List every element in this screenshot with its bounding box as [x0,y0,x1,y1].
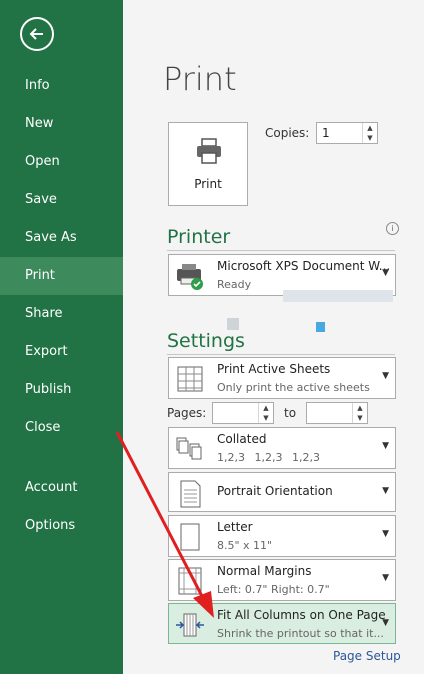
spin-down-icon[interactable]: ▼ [353,413,367,423]
settings-heading: Settings [167,330,245,352]
nav-save[interactable]: Save [0,181,123,219]
setting-paper-size[interactable]: Letter 8.5" x 11" ▼ [168,515,396,557]
nav-publish[interactable]: Publish [0,371,123,409]
setting-subtitle: Left: 0.7" Right: 0.7" [217,583,330,596]
pages-from-input[interactable]: ▲ ▼ [212,402,274,424]
pages-label: Pages: [167,406,207,420]
setting-title: Portrait Orientation [217,484,333,498]
paper-icon [180,523,200,551]
divider [167,354,395,355]
copies-label: Copies: [265,126,310,140]
print-button[interactable]: Print [168,122,248,206]
setting-subtitle: 8.5" x 11" [217,539,273,552]
obscured-region [283,290,393,302]
backstage-sidebar: Info New Open Save Save As Print Share E… [0,0,123,674]
nav-share[interactable]: Share [0,295,123,333]
setting-scaling[interactable]: Fit All Columns on One Page Shrink the p… [168,603,396,644]
obscured-region [227,318,239,330]
chevron-down-icon: ▼ [382,618,389,628]
back-arrow-icon[interactable] [20,17,54,51]
spin-up-icon[interactable]: ▲ [353,403,367,413]
chevron-down-icon: ▼ [382,486,389,496]
setting-title: Collated [217,432,267,446]
nav-account[interactable]: Account [0,469,123,507]
to-label: to [284,406,297,420]
margins-icon [178,567,202,595]
pages-to-input[interactable]: ▲ ▼ [306,402,368,424]
printer-ready-icon [177,264,203,290]
fit-columns-icon [176,613,204,637]
page-title: Print [163,60,237,98]
printer-icon [197,138,221,164]
nav-new[interactable]: New [0,105,123,143]
nav-print[interactable]: Print [0,257,123,295]
print-panel: Print Print Copies: 1 ▲ ▼ Printer i Micro… [123,0,424,674]
setting-title: Letter [217,520,253,534]
nav-close[interactable]: Close [0,409,123,447]
setting-title: Print Active Sheets [217,362,331,376]
setting-print-what[interactable]: Print Active Sheets Only print the activ… [168,357,396,399]
chevron-down-icon: ▼ [382,573,389,583]
print-button-label: Print [194,177,222,191]
spin-up-icon[interactable]: ▲ [363,123,377,133]
page-setup-link[interactable]: Page Setup [333,649,401,663]
spin-down-icon[interactable]: ▼ [259,413,273,423]
chevron-down-icon: ▼ [382,441,389,451]
printer-heading: Printer [167,226,231,248]
spin-up-icon[interactable]: ▲ [259,403,273,413]
nav-export[interactable]: Export [0,333,123,371]
printer-name: Microsoft XPS Document W... [217,259,391,273]
setting-subtitle: Shrink the printout so that it... [217,627,384,640]
copies-stepper[interactable]: 1 ▲ ▼ [316,122,378,144]
nav-save-as[interactable]: Save As [0,219,123,257]
setting-orientation[interactable]: Portrait Orientation ▼ [168,472,396,512]
nav-info[interactable]: Info [0,67,123,105]
chevron-down-icon: ▼ [382,371,389,381]
sheets-icon [177,366,203,392]
copies-value: 1 [322,126,330,140]
setting-title: Normal Margins [217,564,312,578]
chevron-down-icon: ▼ [382,268,389,278]
spin-down-icon[interactable]: ▼ [363,133,377,143]
printer-status: Ready [217,278,252,291]
setting-collation[interactable]: Collated 1,2,3 1,2,3 1,2,3 ▼ [168,427,396,469]
setting-subtitle: 1,2,3 1,2,3 1,2,3 [217,451,320,464]
portrait-icon [180,480,201,508]
setting-margins[interactable]: Normal Margins Left: 0.7" Right: 0.7" ▼ [168,559,396,601]
divider [167,250,395,251]
nav-options[interactable]: Options [0,507,123,545]
nav-open[interactable]: Open [0,143,123,181]
obscured-region [316,322,325,332]
info-icon[interactable]: i [386,222,399,235]
setting-title: Fit All Columns on One Page [217,608,386,622]
chevron-down-icon: ▼ [382,529,389,539]
setting-subtitle: Only print the active sheets [217,381,370,394]
collate-icon [176,437,202,460]
